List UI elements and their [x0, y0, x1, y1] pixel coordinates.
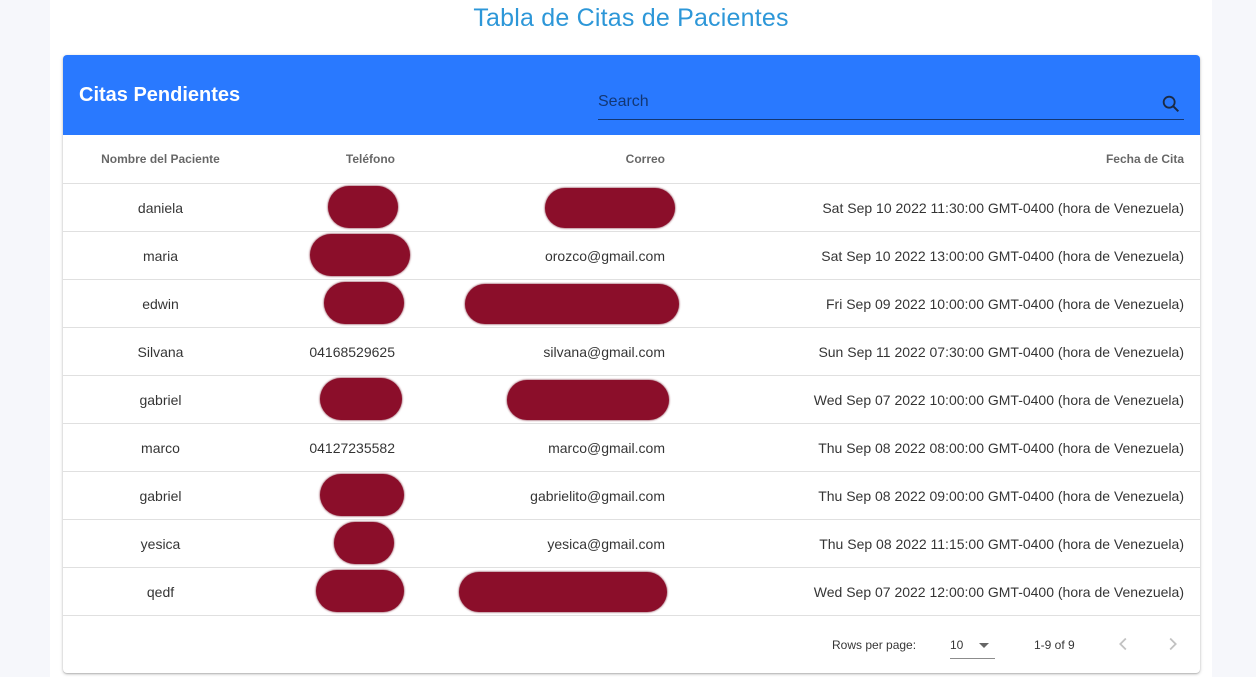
search-icon[interactable] — [1160, 93, 1182, 115]
appointments-table: Nombre del Paciente Teléfono Correo Fech… — [63, 135, 1200, 616]
redaction-mark — [316, 570, 404, 612]
appointments-card: Citas Pendientes Nombre del Paciente Tel… — [63, 55, 1200, 673]
appointment-date-cell: Wed Sep 07 2022 10:00:00 GMT-0400 (hora … — [665, 375, 1200, 424]
column-header-date[interactable]: Fecha de Cita — [665, 135, 1200, 184]
page: Tabla de Citas de Pacientes Citas Pendie… — [50, 0, 1212, 677]
redaction-mark — [459, 572, 667, 612]
appointment-date-cell: Sun Sep 11 2022 07:30:00 GMT-0400 (hora … — [665, 327, 1200, 376]
email-cell: yesica@gmail.com — [395, 519, 665, 568]
table-row[interactable]: qedf Wed Sep 07 2022 12:00:00 GMT-0400 (h… — [63, 567, 1200, 616]
table-row[interactable]: edwin Fri Sep 09 2022 10:00:00 GMT-0400 (… — [63, 279, 1200, 328]
pagination-range: 1-9 of 9 — [1034, 638, 1075, 652]
table-row[interactable]: gabriel gabrielito@gmail.com Thu Sep 08 20… — [63, 471, 1200, 520]
table-row[interactable]: yesica yesica@gmail.com Thu Sep 08 2022 11… — [63, 519, 1200, 568]
patient-name-cell: gabriel — [63, 471, 258, 520]
phone-cell: 04127235582 — [258, 423, 395, 472]
appointment-date-cell: Thu Sep 08 2022 08:00:00 GMT-0400 (hora … — [665, 423, 1200, 472]
email-cell: gabrielito@gmail.com — [395, 471, 665, 520]
redaction-mark — [507, 380, 669, 420]
appointment-date-cell: Thu Sep 08 2022 09:00:00 GMT-0400 (hora … — [665, 471, 1200, 520]
patient-name-cell: edwin — [63, 279, 258, 328]
search-field[interactable] — [598, 85, 1184, 120]
chevron-left-icon[interactable] — [1113, 633, 1135, 655]
chevron-right-icon[interactable] — [1161, 633, 1183, 655]
redaction-mark — [545, 188, 675, 228]
patient-name-cell: marco — [63, 423, 258, 472]
appointment-date-cell: Wed Sep 07 2022 12:00:00 GMT-0400 (hora … — [665, 567, 1200, 616]
column-header-phone[interactable]: Teléfono — [258, 135, 395, 184]
chevron-down-icon — [979, 643, 989, 648]
phone-cell — [258, 231, 410, 280]
patient-name-cell: gabriel — [63, 375, 258, 424]
patient-name-cell: daniela — [63, 183, 258, 232]
email-cell: silvana@gmail.com — [395, 327, 665, 376]
patient-name-cell: yesica — [63, 519, 258, 568]
table-row[interactable]: gabriel Wed Sep 07 2022 10:00:00 GMT-0400… — [63, 375, 1200, 424]
rows-per-page-value: 10 — [950, 638, 964, 652]
table-row[interactable]: Silvana 04168529625 silvana@gmail.com Sun S… — [63, 327, 1200, 376]
email-cell: orozco@gmail.com — [395, 231, 665, 280]
phone-cell — [258, 519, 395, 568]
table-pagination: Rows per page: 10 1-9 of 9 — [63, 616, 1200, 673]
table-header-row: Nombre del Paciente Teléfono Correo Fech… — [63, 135, 1200, 184]
rows-per-page-select[interactable]: 10 — [950, 632, 995, 659]
column-header-email[interactable]: Correo — [395, 135, 665, 184]
appointment-date-cell: Thu Sep 08 2022 11:15:00 GMT-0400 (hora … — [665, 519, 1200, 568]
page-title: Tabla de Citas de Pacientes — [473, 4, 789, 32]
table-row[interactable]: maria orozco@gmail.com Sat Sep 10 2022 13:… — [63, 231, 1200, 280]
email-cell — [395, 375, 669, 424]
phone-cell — [258, 567, 404, 616]
card-header: Citas Pendientes — [63, 55, 1200, 135]
phone-cell — [258, 471, 404, 520]
redaction-mark — [324, 282, 404, 324]
appointment-date-cell: Sat Sep 10 2022 11:30:00 GMT-0400 (hora … — [665, 183, 1200, 232]
patient-name-cell: Silvana — [63, 327, 258, 376]
phone-cell — [258, 183, 398, 232]
column-header-name[interactable]: Nombre del Paciente — [63, 135, 258, 184]
redaction-mark — [328, 186, 398, 228]
email-cell — [395, 567, 667, 616]
phone-cell — [258, 279, 404, 328]
email-cell — [395, 279, 679, 328]
appointment-date-cell: Fri Sep 09 2022 10:00:00 GMT-0400 (hora … — [665, 279, 1200, 328]
phone-cell: 04168529625 — [258, 327, 395, 376]
redaction-mark — [320, 474, 404, 516]
table-row[interactable]: daniela Sat Sep 10 2022 11:30:00 GMT-0400… — [63, 183, 1200, 232]
phone-cell — [258, 375, 402, 424]
redaction-mark — [320, 378, 402, 420]
search-input[interactable] — [598, 91, 1148, 113]
table-row[interactable]: marco 04127235582 marco@gmail.com Thu Sep 0… — [63, 423, 1200, 472]
email-cell — [395, 183, 675, 232]
patient-name-cell: qedf — [63, 567, 258, 616]
rows-per-page-label: Rows per page: — [832, 638, 917, 652]
email-cell: marco@gmail.com — [395, 423, 665, 472]
appointment-date-cell: Sat Sep 10 2022 13:00:00 GMT-0400 (hora … — [665, 231, 1200, 280]
patient-name-cell: maria — [63, 231, 258, 280]
redaction-mark — [465, 284, 679, 324]
redaction-mark — [334, 522, 394, 564]
card-title: Citas Pendientes — [79, 84, 241, 106]
